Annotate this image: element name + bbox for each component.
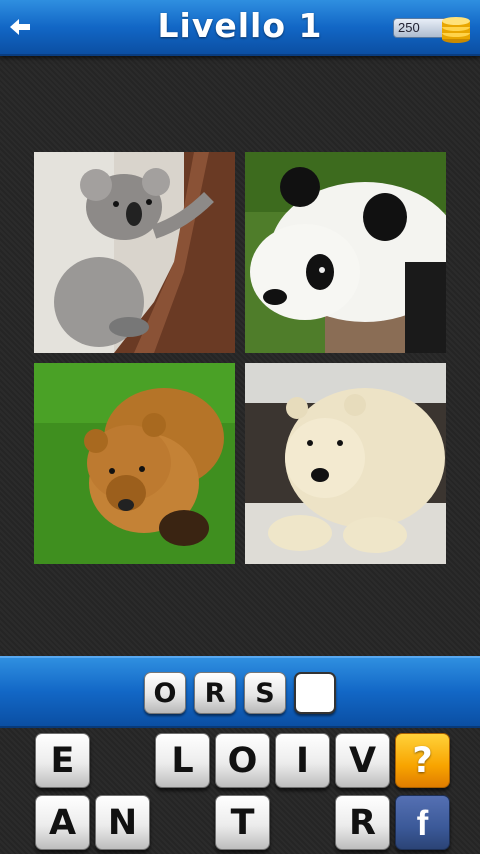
answer-bar: O R S (0, 656, 480, 728)
answer-slot-1[interactable]: O (144, 672, 186, 714)
answer-slot-4[interactable] (294, 672, 336, 714)
photo-brown-bear[interactable] (34, 363, 235, 564)
letter-key[interactable]: L (155, 733, 210, 788)
letter-key[interactable]: A (35, 795, 90, 850)
letter-key[interactable]: O (215, 733, 270, 788)
answer-slot-3[interactable]: S (244, 672, 286, 714)
photo-polar-bear[interactable] (245, 363, 446, 564)
facebook-share-button[interactable]: f (395, 795, 450, 850)
hint-button[interactable]: ? (395, 733, 450, 788)
letter-key[interactable]: E (35, 733, 90, 788)
letter-key[interactable]: I (275, 733, 330, 788)
photo-koala[interactable] (34, 152, 235, 353)
letter-key[interactable]: N (95, 795, 150, 850)
photo-panda[interactable] (245, 152, 446, 353)
coin-stack-icon (442, 17, 470, 43)
top-bar: Livello 1 250 (0, 0, 480, 56)
answer-slot-2[interactable]: R (194, 672, 236, 714)
letter-key[interactable]: T (215, 795, 270, 850)
photo-grid (34, 152, 446, 564)
letter-key[interactable]: R (335, 795, 390, 850)
letter-key[interactable]: V (335, 733, 390, 788)
